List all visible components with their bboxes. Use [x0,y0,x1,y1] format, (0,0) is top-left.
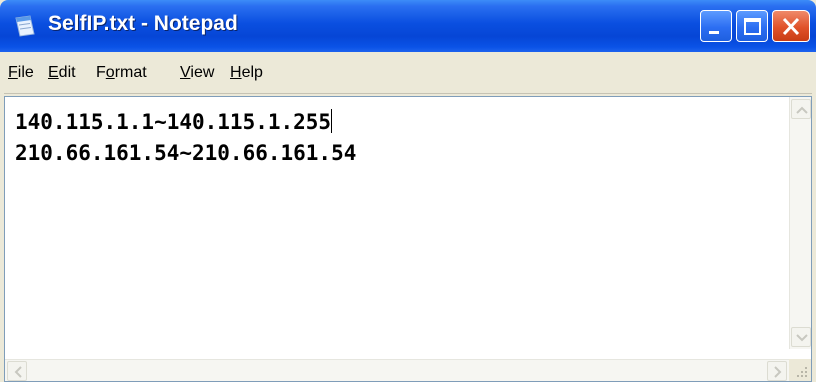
title-bar[interactable]: SelfIP.txt - Notepad [0,0,816,52]
text-line: 210.66.161.54~210.66.161.54 [15,141,357,165]
scroll-right-button[interactable] [767,361,787,381]
menu-format[interactable]: Format [96,64,147,82]
document-text[interactable]: 140.115.1.1~140.115.1.255 210.66.161.54~… [15,107,785,347]
vertical-scrollbar[interactable] [789,97,811,349]
scroll-up-button[interactable] [791,99,811,119]
menu-view[interactable]: View [180,64,214,82]
arrow-right-icon [774,366,782,378]
notepad-icon[interactable] [14,14,36,38]
menu-file[interactable]: File [8,64,34,82]
close-icon [782,17,800,36]
text-caret [331,109,333,133]
horizontal-scrollbar[interactable] [5,359,789,381]
notepad-window: SelfIP.txt - Notepad File Edit Format Vi… [0,0,816,382]
menu-help[interactable]: Help [230,64,263,82]
arrow-left-icon [14,366,22,378]
minimize-icon [709,31,719,34]
arrow-up-icon [796,106,808,114]
maximize-button[interactable] [736,10,768,42]
resize-grip-icon[interactable] [789,359,811,381]
menu-bar: File Edit Format View Help [4,52,812,94]
text-editor[interactable]: 140.115.1.1~140.115.1.255 210.66.161.54~… [4,96,812,382]
close-button[interactable] [772,10,810,42]
window-title: SelfIP.txt - Notepad [48,12,238,35]
maximize-icon [744,18,761,35]
arrow-down-icon [796,334,808,342]
menu-edit[interactable]: Edit [48,64,76,82]
text-line: 140.115.1.1~140.115.1.255 [15,109,333,134]
scroll-down-button[interactable] [791,327,811,347]
scroll-left-button[interactable] [7,361,27,381]
minimize-button[interactable] [700,10,732,42]
